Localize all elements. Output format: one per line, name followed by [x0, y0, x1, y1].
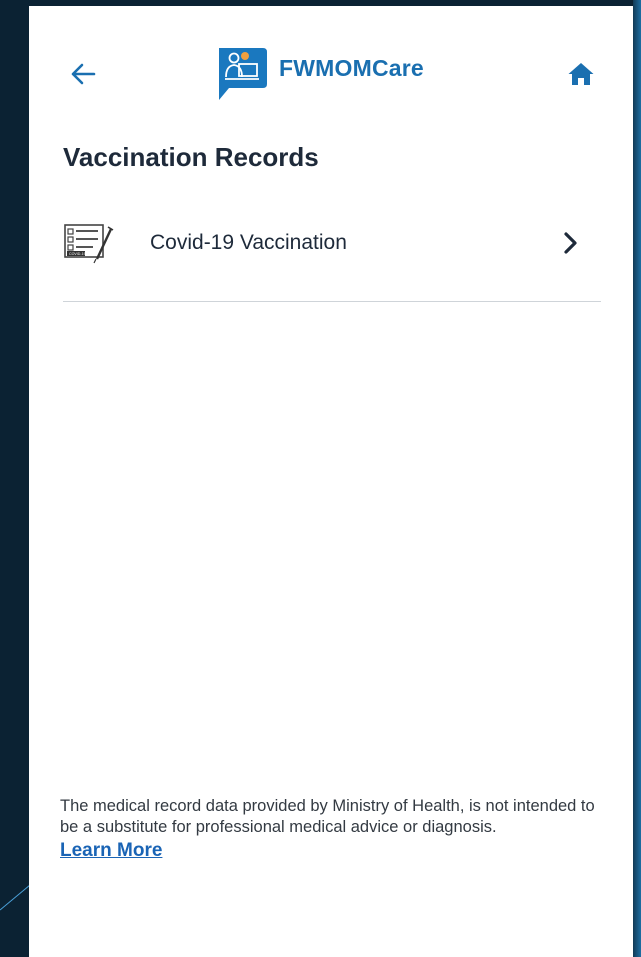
learn-more-link[interactable]: Learn More [60, 840, 162, 862]
app-bar: FWMOMCare [29, 6, 633, 126]
app-brand: FWMOMCare [213, 44, 424, 104]
chevron-right-icon [564, 232, 577, 254]
list-item-covid-19-vaccination[interactable]: COVID-19 Covid-19 Vaccination [63, 206, 601, 280]
vaccination-certificate-icon: COVID-19 [64, 224, 114, 264]
app-name: FWMOMCare [279, 55, 424, 81]
home-icon [568, 63, 594, 85]
disclaimer-footer: The medical record data provided by Mini… [60, 796, 600, 862]
device-frame-left [0, 0, 29, 957]
device-frame-right [633, 0, 641, 957]
fwmomcare-logo-icon [219, 48, 267, 100]
list-item-label: Covid-19 Vaccination [150, 231, 347, 254]
app-screen: FWMOMCare Vaccination Records COVID-19 C… [29, 6, 633, 957]
svg-text:COVID-19: COVID-19 [69, 252, 86, 256]
arrow-left-icon [71, 63, 96, 85]
vaccination-record-list: COVID-19 Covid-19 Vaccination [63, 206, 601, 280]
home-button[interactable] [559, 54, 603, 94]
back-button[interactable] [61, 54, 105, 94]
disclaimer-text: The medical record data provided by Mini… [60, 797, 595, 836]
list-divider [63, 301, 601, 302]
page-title: Vaccination Records [63, 142, 319, 172]
